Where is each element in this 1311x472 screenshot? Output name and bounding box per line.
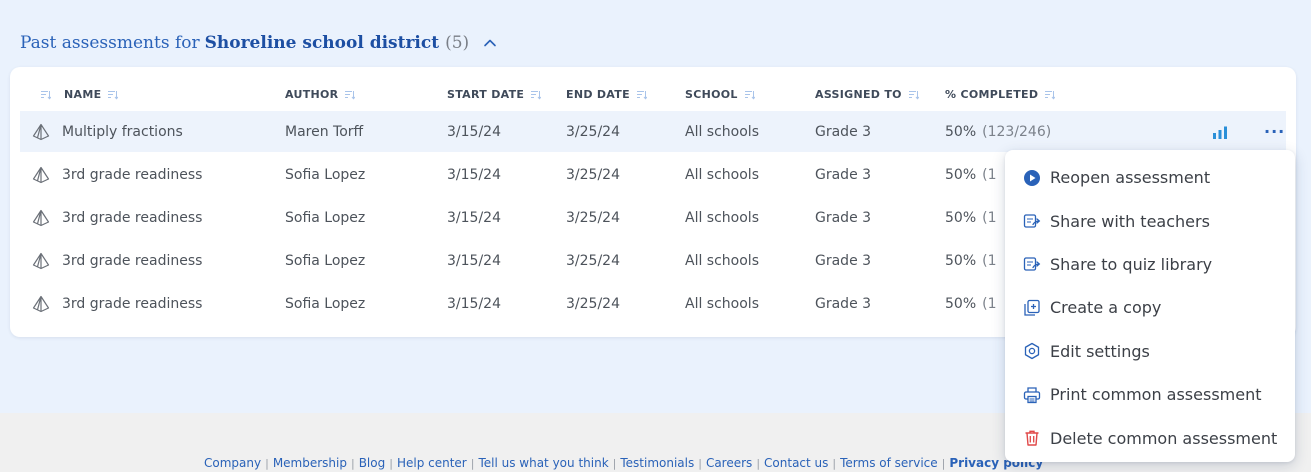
column-header-completed[interactable]: % COMPLETED [945,85,1056,103]
completed-cell: 50% (1 [945,252,997,269]
start-date-cell: 3/15/24 [447,123,501,140]
column-header-end-date[interactable]: END DATE [566,85,647,103]
name-cell[interactable]: 3rd grade readiness [32,240,202,281]
section-header: Past assessments for Shoreline school di… [20,30,497,56]
column-header-assigned-to[interactable]: ASSIGNED TO [815,85,919,103]
author-cell: Maren Torff [285,123,364,140]
footer-link-contact-us[interactable]: Contact us [764,456,828,470]
end-date-cell: 3/25/24 [566,252,620,269]
start-date-cell: 3/15/24 [447,295,501,312]
menu-item-edit-settings[interactable]: Edit settings [1005,330,1295,373]
share-icon [1023,214,1041,228]
results-button[interactable] [1212,111,1228,152]
pyramid-icon [32,295,50,312]
author-cell: Sofia Lopez [285,166,366,183]
school-cell: All schools [685,209,759,226]
completed-cell: 50% (1 [945,295,997,312]
completed-cell: 50% (1 [945,166,997,183]
sort-icon[interactable] [40,89,51,100]
trash-icon [1025,430,1039,446]
end-date-cell: 3/25/24 [566,123,620,140]
column-header-start-date[interactable]: START DATE [447,85,542,103]
assigned-to-cell: Grade 3 [815,252,872,269]
footer-link-company[interactable]: Company [204,456,261,470]
school-cell: All schools [685,123,759,140]
completed-cell: 50% (123/246) [945,123,1052,140]
sort-icon[interactable] [1044,89,1056,100]
assigned-to-cell: Grade 3 [815,123,872,140]
end-date-cell: 3/25/24 [566,295,620,312]
footer-link-careers[interactable]: Careers [706,456,752,470]
menu-item-delete-common-assessment[interactable]: Delete common assessment [1005,416,1295,459]
end-date-cell: 3/25/24 [566,209,620,226]
column-header-school[interactable]: SCHOOL [685,85,755,103]
author-cell: Sofia Lopez [285,209,366,226]
header-prefix: Past assessments for [20,33,200,53]
menu-item-reopen-assessment[interactable]: Reopen assessment [1005,156,1295,199]
more-options-button[interactable]: ··· [1264,111,1285,152]
assigned-to-cell: Grade 3 [815,295,872,312]
sort-icon[interactable] [908,89,919,100]
sort-icon[interactable] [107,89,119,100]
completed-cell: 50% (1 [945,209,997,226]
name-cell[interactable]: 3rd grade readiness [32,154,202,195]
school-cell: All schools [685,295,759,312]
end-date-cell: 3/25/24 [566,166,620,183]
start-date-cell: 3/15/24 [447,252,501,269]
name-cell[interactable]: Multiply fractions [32,111,183,152]
assessment-count: (5) [445,33,470,53]
sort-icon[interactable] [636,89,647,100]
school-cell: All schools [685,252,759,269]
name-cell[interactable]: 3rd grade readiness [32,283,202,324]
start-date-cell: 3/15/24 [447,209,501,226]
footer-link-membership[interactable]: Membership [273,456,347,470]
start-date-cell: 3/15/24 [447,166,501,183]
menu-item-share-to-quiz-library[interactable]: Share to quiz library [1005,243,1295,286]
row-actions-menu: Reopen assessment Share with teachers Sh… [1005,150,1295,462]
share-icon [1023,257,1041,272]
school-cell: All schools [685,166,759,183]
pyramid-icon [32,166,50,183]
footer-link-feedback[interactable]: Tell us what you think [478,456,608,470]
sort-icon[interactable] [744,89,755,100]
footer-link-blog[interactable]: Blog [359,456,386,470]
footer-link-testimonials[interactable]: Testimonials [620,456,694,470]
district-name: Shoreline school district [204,33,440,53]
assigned-to-cell: Grade 3 [815,209,872,226]
name-cell[interactable]: 3rd grade readiness [32,197,202,238]
footer-link-terms[interactable]: Terms of service [840,456,938,470]
menu-item-print-common-assessment[interactable]: Print common assessment [1005,373,1295,416]
sort-icon[interactable] [530,89,542,100]
author-cell: Sofia Lopez [285,252,366,269]
author-cell: Sofia Lopez [285,295,366,312]
menu-item-share-with-teachers[interactable]: Share with teachers [1005,199,1295,242]
pyramid-icon [32,123,50,140]
assigned-to-cell: Grade 3 [815,166,872,183]
footer-links: Company | Membership | Blog | Help center | Tell… [204,456,1044,470]
table-row[interactable]: Multiply fractions Maren Torff 3/15/24 3… [20,111,1286,152]
bar-chart-icon[interactable] [1212,125,1228,139]
play-circle-icon [1024,169,1040,186]
column-header-name[interactable]: NAME [40,85,119,103]
pyramid-icon [32,252,50,269]
column-header-author[interactable]: AUTHOR [285,85,356,103]
settings-icon [1024,343,1040,360]
sort-icon[interactable] [344,89,356,100]
pyramid-icon [32,209,50,226]
table-header: NAME AUTHOR START DATE END DATE SCHOOL A… [10,85,1296,103]
print-icon [1023,386,1041,403]
footer-link-help-center[interactable]: Help center [397,456,467,470]
chevron-up-icon[interactable] [483,36,497,50]
copy-icon [1024,299,1040,316]
menu-item-create-a-copy[interactable]: Create a copy [1005,286,1295,329]
